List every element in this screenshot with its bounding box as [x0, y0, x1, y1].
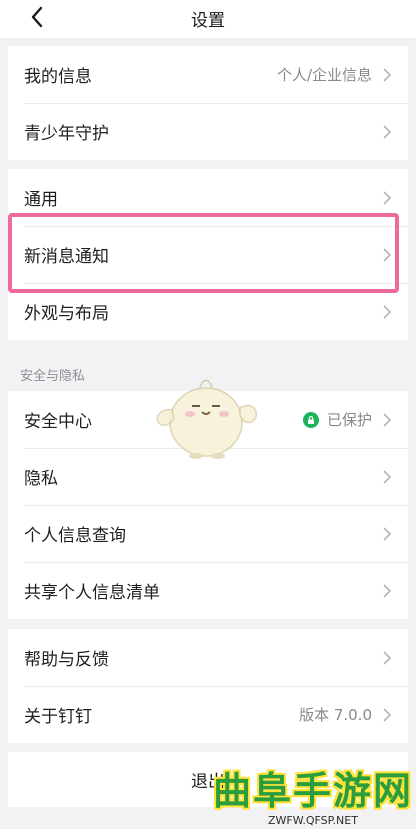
chevron-right-icon: [383, 412, 392, 427]
settings-item-new-message-notification[interactable]: 新消息通知: [8, 226, 408, 283]
settings-item-label: 关于钉钉: [24, 707, 92, 727]
settings-item-personal-info-query[interactable]: 个人信息查询: [8, 505, 408, 562]
settings-item-general[interactable]: 通用: [8, 169, 408, 226]
mascot-sticker: [156, 379, 258, 459]
shield-check-icon: [302, 411, 319, 428]
chevron-right-icon: [383, 190, 392, 205]
settings-item-label: 帮助与反馈: [24, 650, 109, 670]
top-bar: 设置: [0, 0, 416, 38]
settings-group-about: 帮助与反馈 关于钉钉 版本 7.0.0: [8, 629, 408, 743]
settings-item-help-feedback[interactable]: 帮助与反馈: [8, 629, 408, 686]
watermark-url: ZWFW.QFSP.NET: [268, 814, 358, 827]
settings-group-account: 我的信息 个人/企业信息 青少年守护: [8, 46, 408, 160]
settings-item-label: 个人信息查询: [24, 526, 126, 546]
chevron-right-icon: [383, 650, 392, 665]
settings-item-about-dingtalk[interactable]: 关于钉钉 版本 7.0.0: [8, 686, 408, 743]
version-text: 版本 7.0.0: [299, 706, 372, 724]
settings-item-label: 隐私: [24, 469, 58, 489]
chevron-right-icon: [383, 247, 392, 262]
chevron-right-icon: [383, 304, 392, 319]
settings-item-shared-info-list[interactable]: 共享个人信息清单: [8, 562, 408, 619]
chevron-right-icon: [383, 526, 392, 541]
settings-item-label: 我的信息: [24, 67, 92, 87]
settings-item-label: 新消息通知: [24, 247, 109, 267]
watermark: 曲阜手游网 ZWFW.QFSP.NET: [210, 770, 416, 829]
settings-item-label: 共享个人信息清单: [24, 583, 160, 603]
settings-item-youth-protection[interactable]: 青少年守护: [8, 103, 408, 160]
settings-item-value: 已保护: [326, 411, 372, 429]
chevron-right-icon: [383, 707, 392, 722]
settings-item-label: 青少年守护: [24, 124, 109, 144]
page-title: 设置: [191, 11, 225, 31]
chevron-right-icon: [383, 469, 392, 484]
settings-item-appearance-layout[interactable]: 外观与布局: [8, 283, 408, 340]
watermark-text: 曲阜手游网: [212, 769, 413, 813]
chevron-right-icon: [383, 124, 392, 139]
settings-group-general: 通用 新消息通知 外观与布局: [8, 169, 408, 340]
chevron-right-icon: [383, 67, 392, 82]
settings-item-label: 通用: [24, 190, 58, 210]
chevron-right-icon: [383, 583, 392, 598]
settings-item-my-info[interactable]: 我的信息 个人/企业信息: [8, 46, 408, 103]
settings-item-label: 外观与布局: [24, 304, 109, 324]
settings-item-value: 个人/企业信息: [276, 66, 372, 84]
